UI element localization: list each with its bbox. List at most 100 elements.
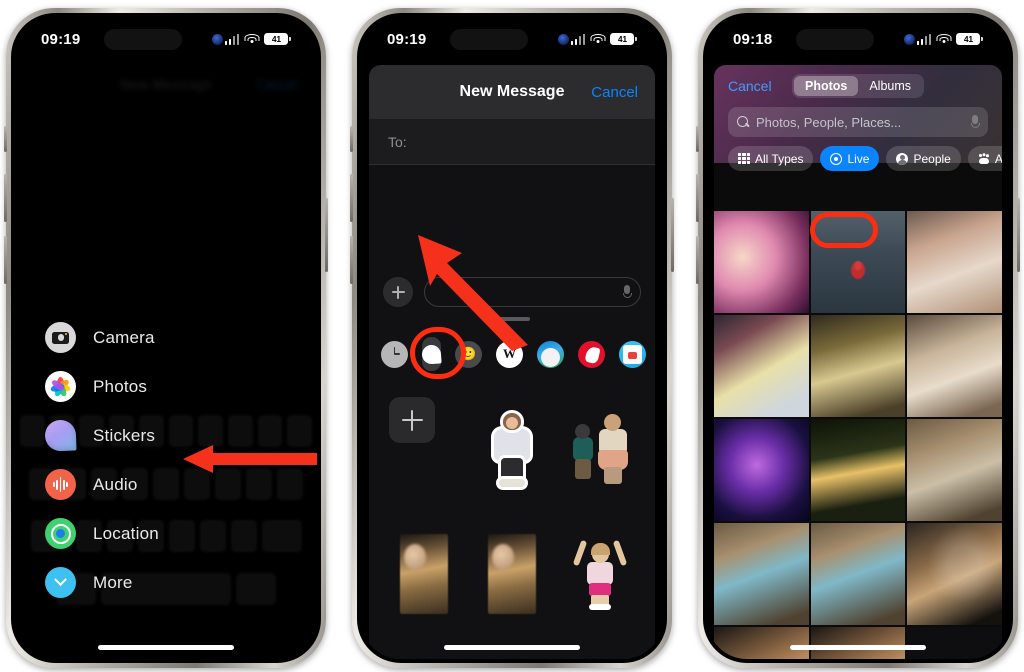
home-indicator (790, 645, 926, 650)
blurred-hair-live-sticker-2[interactable] (488, 534, 536, 614)
chip-animals[interactable]: Animals (967, 146, 1002, 171)
volume-up-button[interactable] (696, 174, 699, 222)
search-input[interactable]: Photos, People, Places... (756, 115, 963, 130)
music-app-icon[interactable] (537, 340, 564, 368)
phone-3-frame: 09:18 41 Cancel Photos Albums Photos, Pe… (696, 8, 1020, 668)
status-bar: 09:19 41 (15, 17, 317, 61)
clock-app-icon[interactable] (381, 340, 408, 368)
battery-indicator: 41 (264, 33, 291, 45)
phone-1-frame: 09:19 41 New Message Cancel Camera Photo… (4, 8, 328, 668)
photo-thumbnail[interactable] (810, 523, 906, 625)
photo-thumbnail[interactable] (714, 627, 809, 659)
volume-up-button[interactable] (350, 174, 353, 222)
photo-thumbnail[interactable] (810, 419, 906, 521)
sticker-cell[interactable] (557, 513, 643, 635)
plus-icon[interactable] (383, 277, 413, 307)
volume-down-button[interactable] (4, 236, 7, 284)
grid-icon (738, 152, 750, 165)
add-sticker-button[interactable] (389, 397, 435, 443)
filter-chips-row: All Types Live People A (714, 137, 1002, 171)
battery-percent: 41 (956, 33, 981, 45)
store-app-icon[interactable] (619, 340, 646, 368)
battery-tip (981, 37, 983, 41)
microphone-icon[interactable] (622, 285, 633, 299)
status-time: 09:19 (41, 30, 81, 48)
cellular-signal-icon (224, 33, 240, 45)
camera-icon (45, 322, 76, 353)
photo-grid-empty-cell (907, 627, 1002, 659)
red-app-icon[interactable] (578, 340, 605, 368)
volume-up-button[interactable] (4, 174, 7, 222)
photo-thumbnail[interactable] (810, 315, 906, 417)
audio-icon (45, 469, 76, 500)
three-phone-screenshot-composite: 09:19 41 New Message Cancel Camera Photo… (0, 0, 1024, 672)
tab-albums[interactable]: Albums (858, 76, 922, 96)
tab-photos[interactable]: Photos (793, 76, 859, 96)
photo-thumbnail[interactable] (714, 523, 809, 625)
cancel-button[interactable]: Cancel (728, 78, 772, 94)
photo-thumbnail[interactable] (714, 211, 809, 313)
photo-thumbnail[interactable] (907, 419, 1002, 521)
chip-label: All Types (755, 151, 804, 166)
photo-thumbnail[interactable] (907, 523, 1002, 625)
menu-item-location[interactable]: Location (15, 509, 317, 558)
silent-switch[interactable] (350, 126, 353, 152)
sticker-cell[interactable] (469, 389, 555, 511)
face-id-dot-icon (212, 33, 224, 45)
dynamic-island (104, 28, 183, 50)
battery-indicator: 41 (610, 33, 637, 45)
menu-item-camera[interactable]: Camera (15, 313, 317, 362)
battery-indicator: 41 (956, 33, 983, 45)
battery-tip (289, 37, 291, 41)
power-button[interactable] (1017, 198, 1020, 272)
photo-thumbnail[interactable] (714, 315, 809, 417)
to-label: To: (388, 133, 407, 150)
to-recipient-field[interactable]: To: (369, 119, 655, 165)
chip-label: Live (847, 151, 870, 166)
menu-item-label: More (93, 572, 133, 592)
two-girls-sticker[interactable] (571, 414, 629, 486)
annotation-arrow-to-stickers (183, 445, 317, 473)
sticker-cell[interactable] (557, 389, 643, 511)
menu-item-label: Stickers (93, 425, 156, 445)
chip-live[interactable]: Live (820, 146, 880, 171)
dynamic-island (450, 28, 529, 50)
volume-down-button[interactable] (696, 236, 699, 284)
photo-thumbnail[interactable] (907, 315, 1002, 417)
photo-thumbnail[interactable] (714, 419, 809, 521)
stickers-icon (44, 419, 77, 452)
photo-thumbnail[interactable] (810, 211, 906, 313)
menu-item-more[interactable]: More (15, 558, 317, 607)
photo-thumbnail[interactable] (907, 211, 1002, 313)
wifi-icon (590, 33, 606, 45)
face-id-dot-icon (904, 33, 916, 45)
menu-item-label: Location (93, 523, 159, 543)
annotation-arrow-to-add-sticker (418, 235, 528, 351)
location-icon (45, 518, 76, 549)
photo-thumbnail[interactable] (810, 627, 906, 659)
cancel-button[interactable]: Cancel (591, 84, 638, 101)
chip-label: People (913, 151, 951, 166)
status-time: 09:19 (387, 30, 427, 48)
silent-switch[interactable] (696, 126, 699, 152)
chip-people[interactable]: People (886, 146, 961, 171)
sticker-cell[interactable] (381, 513, 467, 635)
chip-label: Animals (994, 151, 1002, 166)
search-bar[interactable]: Photos, People, Places... (728, 107, 988, 137)
silent-switch[interactable] (4, 126, 7, 152)
menu-item-label: Audio (93, 474, 138, 494)
jumping-girl-sticker[interactable] (572, 538, 628, 610)
phone-2-screen: 09:19 41 New Message Cancel To: 🙂 W (361, 17, 663, 659)
power-button[interactable] (325, 198, 328, 272)
menu-item-photos[interactable]: Photos (15, 362, 317, 411)
new-message-sheet: New Message Cancel To: 🙂 W (369, 65, 655, 659)
picker-top-bar: Cancel Photos Albums (714, 65, 1002, 107)
volume-down-button[interactable] (350, 236, 353, 284)
cellular-signal-icon (570, 33, 586, 45)
sticker-cell[interactable] (469, 513, 555, 635)
blurred-hair-live-sticker-1[interactable] (400, 534, 448, 614)
chip-all-types[interactable]: All Types (728, 146, 814, 171)
toddler-in-white-top-sticker[interactable] (492, 413, 532, 487)
microphone-icon[interactable] (970, 115, 981, 129)
power-button[interactable] (671, 198, 674, 272)
